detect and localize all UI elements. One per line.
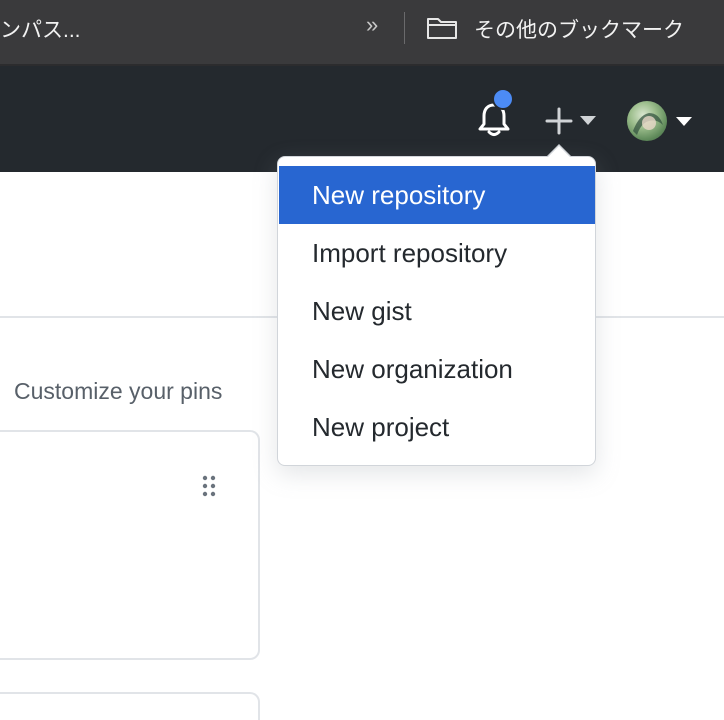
screen: ンパス... » その他のブックマーク Customize your pins … (0, 0, 724, 720)
other-bookmarks-label[interactable]: その他のブックマーク (474, 14, 684, 44)
customize-pins-link[interactable]: Customize your pins (14, 378, 222, 405)
menu-item-new-repository[interactable]: New repository (279, 166, 595, 224)
bookmarks-overflow-chevron-icon[interactable]: » (366, 12, 378, 38)
menu-item-new-project[interactable]: New project (279, 398, 595, 456)
avatar-image (633, 113, 663, 135)
bookmarks-divider (404, 12, 405, 44)
create-new-button[interactable] (540, 104, 600, 136)
browser-bookmarks-bar: ンパス... » その他のブックマーク (0, 0, 724, 66)
pinned-repo-card[interactable] (0, 430, 260, 660)
drag-handle-icon[interactable] (200, 474, 218, 498)
avatar (627, 101, 667, 141)
plus-icon (545, 107, 573, 135)
menu-item-new-organization[interactable]: New organization (279, 340, 595, 398)
menu-item-new-gist[interactable]: New gist (279, 282, 595, 340)
notification-indicator (492, 88, 514, 110)
folder-icon[interactable] (426, 16, 458, 40)
menu-item-import-repository[interactable]: Import repository (279, 224, 595, 282)
dropdown-caret-fill (547, 146, 571, 158)
user-menu-button[interactable] (624, 98, 694, 144)
create-new-dropdown: New repository Import repository New gis… (277, 156, 596, 466)
chevron-down-icon (676, 117, 692, 126)
pinned-repo-card[interactable] (0, 692, 260, 720)
bookmark-item[interactable]: ンパス... (0, 14, 81, 44)
chevron-down-icon (580, 116, 596, 125)
